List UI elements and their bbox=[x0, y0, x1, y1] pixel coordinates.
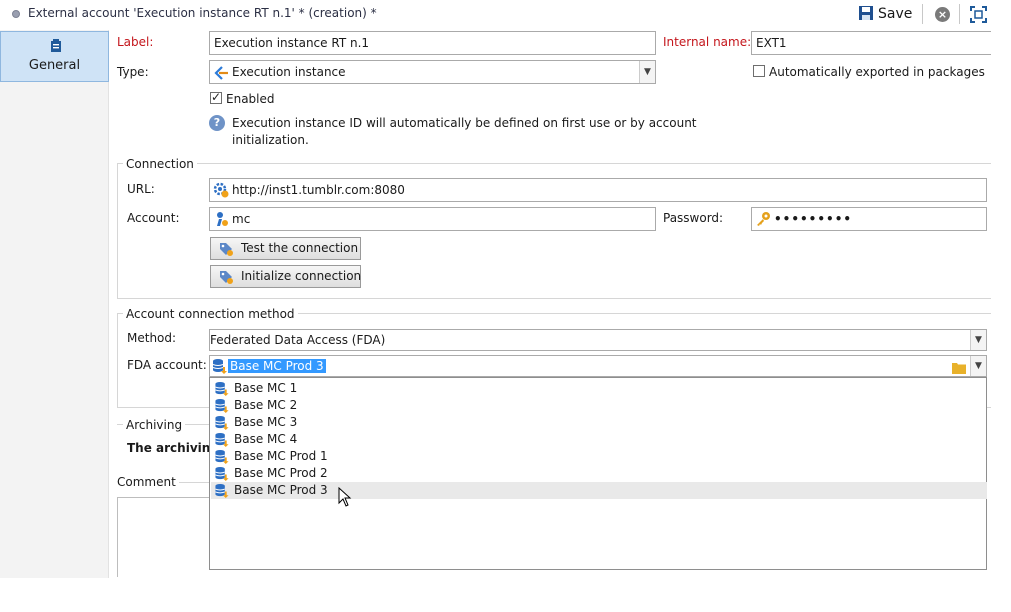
key-icon bbox=[755, 211, 771, 230]
initialize-connection-button[interactable]: Initialize connection bbox=[210, 265, 361, 288]
tab-label: General bbox=[28, 58, 81, 73]
label-caption: Label: bbox=[117, 35, 154, 49]
enabled-label: Enabled bbox=[226, 92, 275, 106]
test-connection-button[interactable]: Test the connection bbox=[210, 237, 361, 260]
list-item[interactable]: Base MC 4 bbox=[211, 431, 987, 448]
list-item[interactable]: Base MC 1 bbox=[211, 380, 987, 397]
fda-account-caption: FDA account: bbox=[127, 358, 207, 372]
option-label: Base MC Prod 1 bbox=[234, 449, 328, 463]
method-caption: Method: bbox=[127, 331, 177, 345]
option-label: Base MC 1 bbox=[234, 381, 298, 395]
option-label: Base MC 2 bbox=[234, 398, 298, 412]
comment-section-title: Comment bbox=[117, 475, 179, 489]
account-caption: Account: bbox=[127, 211, 180, 225]
chevron-down-icon[interactable]: ▼ bbox=[970, 356, 986, 376]
chevron-down-icon[interactable]: ▼ bbox=[970, 330, 986, 350]
mouse-cursor-icon bbox=[338, 486, 352, 510]
sidebar bbox=[0, 30, 109, 578]
option-label: Base MC Prod 2 bbox=[234, 466, 328, 480]
type-value: Execution instance bbox=[232, 65, 346, 79]
save-button[interactable]: Save bbox=[858, 3, 912, 25]
url-caption: URL: bbox=[127, 182, 155, 196]
fda-account-value: Base MC Prod 3 bbox=[228, 359, 326, 373]
status-dot-icon bbox=[12, 10, 20, 18]
type-caption: Type: bbox=[117, 65, 149, 79]
auto-export-label: Automatically exported in packages bbox=[769, 65, 985, 79]
folder-icon[interactable] bbox=[952, 360, 966, 376]
tag-icon bbox=[219, 270, 233, 291]
execution-instance-icon bbox=[214, 65, 229, 83]
auto-export-checkbox[interactable] bbox=[753, 65, 765, 77]
floppy-disk-icon bbox=[858, 5, 874, 24]
tab-general[interactable]: General bbox=[0, 31, 109, 82]
option-label: Base MC Prod 3 bbox=[234, 483, 328, 497]
fda-account-input[interactable]: Base MC Prod 3 ▼ bbox=[209, 355, 987, 377]
info-text-line2: initialization. bbox=[232, 133, 309, 147]
maximize-icon[interactable] bbox=[970, 6, 987, 23]
archiving-text: The archiving bbox=[127, 441, 209, 455]
password-caption: Password: bbox=[663, 211, 724, 225]
password-value: ••••••••• bbox=[774, 212, 853, 226]
toolbar-separator bbox=[959, 4, 960, 24]
test-connection-label: Test the connection bbox=[241, 241, 359, 255]
clipboard-icon bbox=[50, 39, 62, 56]
tag-icon bbox=[219, 242, 233, 263]
list-item[interactable]: Base MC Prod 2 bbox=[211, 465, 987, 482]
account-input[interactable]: mc bbox=[209, 207, 656, 231]
window-title: External account 'Execution instance RT … bbox=[28, 6, 377, 20]
password-input[interactable]: ••••••••• bbox=[751, 207, 987, 231]
initialize-connection-label: Initialize connection bbox=[241, 269, 362, 283]
archiving-section-title: Archiving bbox=[123, 418, 186, 432]
account-value: mc bbox=[232, 212, 251, 226]
url-value: http://inst1.tumblr.com:8080 bbox=[232, 183, 405, 197]
fda-account-dropdown-list[interactable]: Base MC 1 Base MC 2 Base MC 3 Base MC 4 … bbox=[209, 377, 987, 570]
database-icon bbox=[214, 483, 230, 503]
database-icon bbox=[212, 358, 228, 376]
close-icon[interactable]: × bbox=[935, 7, 950, 22]
method-select[interactable]: Federated Data Access (FDA) ▼ bbox=[209, 329, 987, 351]
user-icon bbox=[213, 211, 229, 230]
option-label: Base MC 4 bbox=[234, 432, 298, 446]
help-icon: ? bbox=[209, 115, 225, 131]
type-select[interactable]: Execution instance ▼ bbox=[209, 60, 656, 84]
method-section-title: Account connection method bbox=[123, 307, 298, 321]
method-value: Federated Data Access (FDA) bbox=[210, 333, 386, 347]
list-item[interactable]: Base MC 2 bbox=[211, 397, 987, 414]
option-label: Base MC 3 bbox=[234, 415, 298, 429]
comment-textarea[interactable] bbox=[117, 497, 210, 577]
list-item[interactable]: Base MC Prod 3 bbox=[211, 482, 987, 499]
url-input[interactable]: http://inst1.tumblr.com:8080 bbox=[209, 178, 987, 202]
gear-link-icon bbox=[213, 182, 229, 201]
enabled-checkbox[interactable] bbox=[210, 90, 222, 104]
info-text-line1: Execution instance ID will automatically… bbox=[232, 116, 697, 130]
label-input[interactable]: Execution instance RT n.1 bbox=[209, 31, 656, 55]
connection-section-title: Connection bbox=[123, 157, 197, 171]
list-item[interactable]: Base MC Prod 1 bbox=[211, 448, 987, 465]
toolbar-separator bbox=[922, 4, 923, 24]
chevron-down-icon[interactable]: ▼ bbox=[639, 61, 655, 83]
internal-name-caption: Internal name: bbox=[663, 35, 752, 49]
save-label: Save bbox=[878, 6, 913, 22]
internal-name-input[interactable]: EXT1 bbox=[751, 31, 991, 55]
list-item[interactable]: Base MC 3 bbox=[211, 414, 987, 431]
